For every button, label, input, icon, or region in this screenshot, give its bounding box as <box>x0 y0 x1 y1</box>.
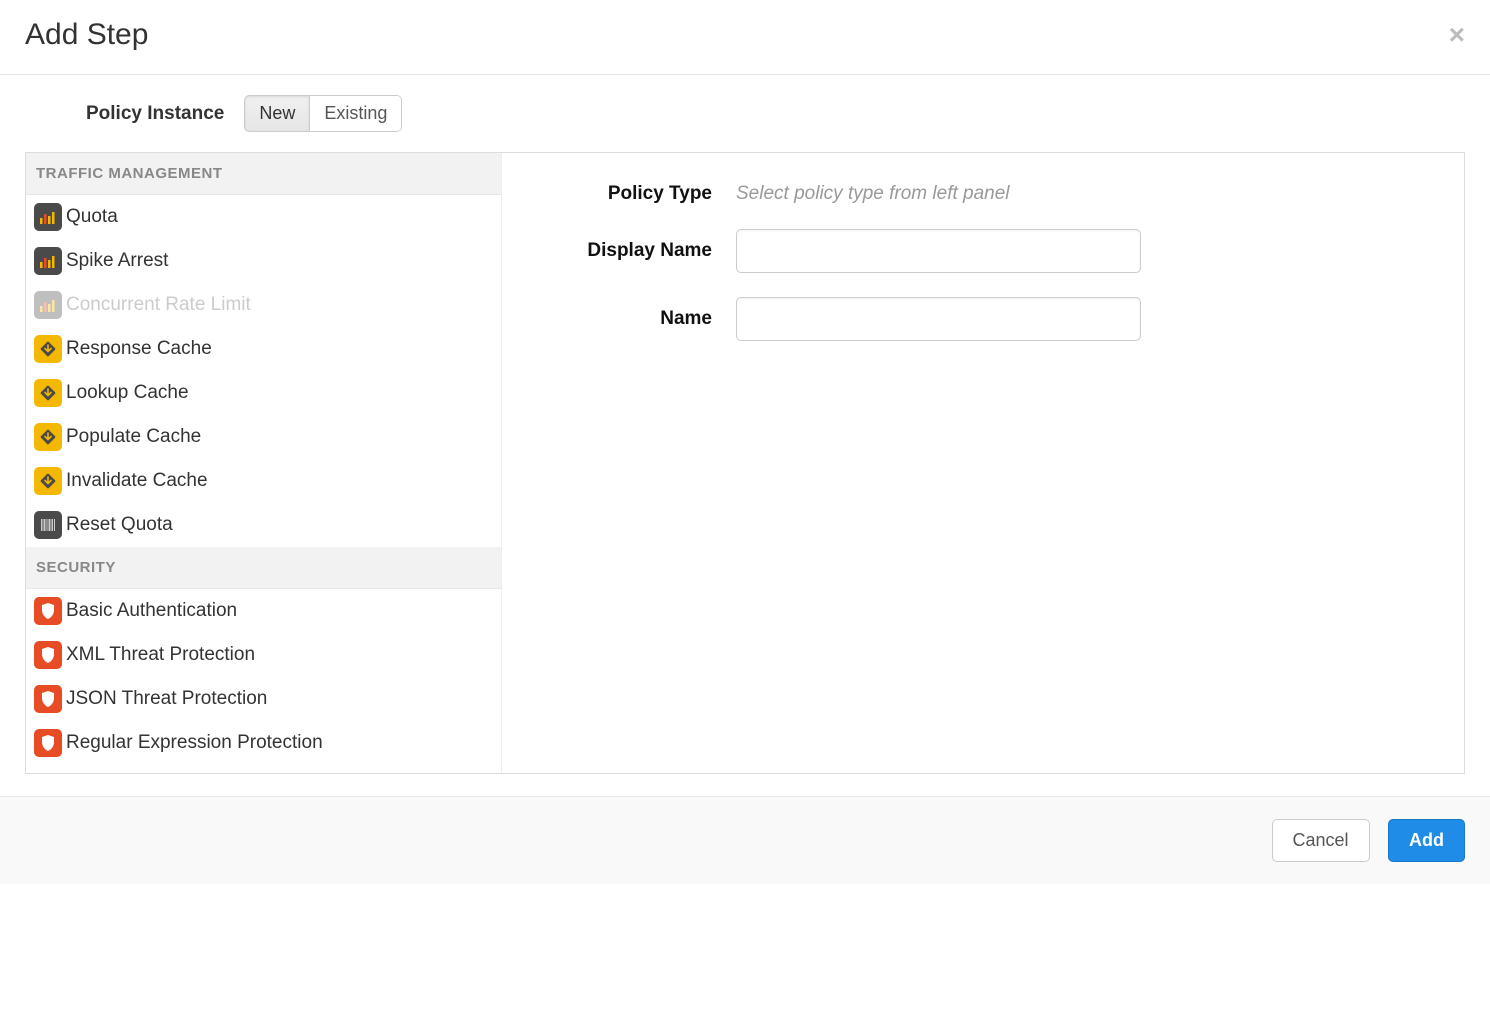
policy-item-label: Spike Arrest <box>66 250 168 272</box>
section-header: TRAFFIC MANAGEMENT <box>26 153 501 195</box>
shield-icon <box>34 729 62 757</box>
modal-title: Add Step <box>25 18 148 52</box>
policy-type-list[interactable]: TRAFFIC MANAGEMENT Quota Spike Arrest Concu… <box>26 153 502 773</box>
policy-item[interactable]: XML Threat Protection <box>26 633 501 677</box>
policy-type-placeholder: Select policy type from left panel <box>736 183 1010 205</box>
policy-item[interactable]: Populate Cache <box>26 415 501 459</box>
cache-diamond-icon <box>34 423 62 451</box>
policy-item-label: Invalidate Cache <box>66 470 208 492</box>
policy-item-label: Quota <box>66 206 118 228</box>
shield-icon <box>34 597 62 625</box>
policy-item[interactable]: Invalidate Cache <box>26 459 501 503</box>
tab-new[interactable]: New <box>244 95 310 132</box>
name-input[interactable] <box>736 297 1141 341</box>
display-name-input[interactable] <box>736 229 1141 273</box>
policy-item[interactable]: Reset Quota <box>26 503 501 547</box>
name-row: Name <box>542 297 1424 341</box>
policy-instance-row: Policy Instance New Existing <box>0 95 1490 152</box>
cache-diamond-icon <box>34 379 62 407</box>
policy-item[interactable]: Quota <box>26 195 501 239</box>
close-icon[interactable]: × <box>1449 21 1465 49</box>
policy-item[interactable]: Response Cache <box>26 327 501 371</box>
modal-footer: Cancel Add <box>0 796 1490 884</box>
section-header: SECURITY <box>26 547 501 589</box>
policy-instance-label: Policy Instance <box>86 103 224 125</box>
policy-item[interactable]: Basic Authentication <box>26 589 501 633</box>
panels-container: TRAFFIC MANAGEMENT Quota Spike Arrest Concu… <box>25 152 1465 774</box>
policy-item: Concurrent Rate Limit <box>26 283 501 327</box>
shield-icon <box>34 685 62 713</box>
policy-item-label: Regular Expression Protection <box>66 732 323 754</box>
policy-item-label: Basic Authentication <box>66 600 237 622</box>
policy-item-label: XML Threat Protection <box>66 644 255 666</box>
policy-type-row: Policy Type Select policy type from left… <box>542 183 1424 205</box>
policy-item[interactable]: JSON Threat Protection <box>26 677 501 721</box>
traffic-bars-icon <box>34 247 62 275</box>
add-button[interactable]: Add <box>1388 819 1465 862</box>
policy-instance-toggle: New Existing <box>244 95 402 132</box>
modal-header: Add Step × <box>0 0 1490 75</box>
policy-type-label: Policy Type <box>542 183 712 205</box>
cancel-button[interactable]: Cancel <box>1272 819 1370 862</box>
name-label: Name <box>542 308 712 330</box>
policy-item-label: Populate Cache <box>66 426 201 448</box>
tab-existing[interactable]: Existing <box>310 95 402 132</box>
policy-form: Policy Type Select policy type from left… <box>502 153 1464 773</box>
cache-diamond-icon <box>34 467 62 495</box>
display-name-label: Display Name <box>542 240 712 262</box>
traffic-barcode-icon <box>34 511 62 539</box>
policy-item[interactable]: Spike Arrest <box>26 239 501 283</box>
shield-icon <box>34 641 62 669</box>
policy-item-label: Concurrent Rate Limit <box>66 294 251 316</box>
display-name-row: Display Name <box>542 229 1424 273</box>
policy-item-label: Reset Quota <box>66 514 173 536</box>
cache-diamond-icon <box>34 335 62 363</box>
policy-item-label: Lookup Cache <box>66 382 189 404</box>
policy-item[interactable]: Regular Expression Protection <box>26 721 501 765</box>
traffic-bars-icon <box>34 203 62 231</box>
modal-body: Policy Instance New Existing TRAFFIC MAN… <box>0 75 1490 774</box>
policy-item[interactable]: Lookup Cache <box>26 371 501 415</box>
policy-item-label: Response Cache <box>66 338 212 360</box>
traffic-bars-icon <box>34 291 62 319</box>
policy-item-label: JSON Threat Protection <box>66 688 267 710</box>
